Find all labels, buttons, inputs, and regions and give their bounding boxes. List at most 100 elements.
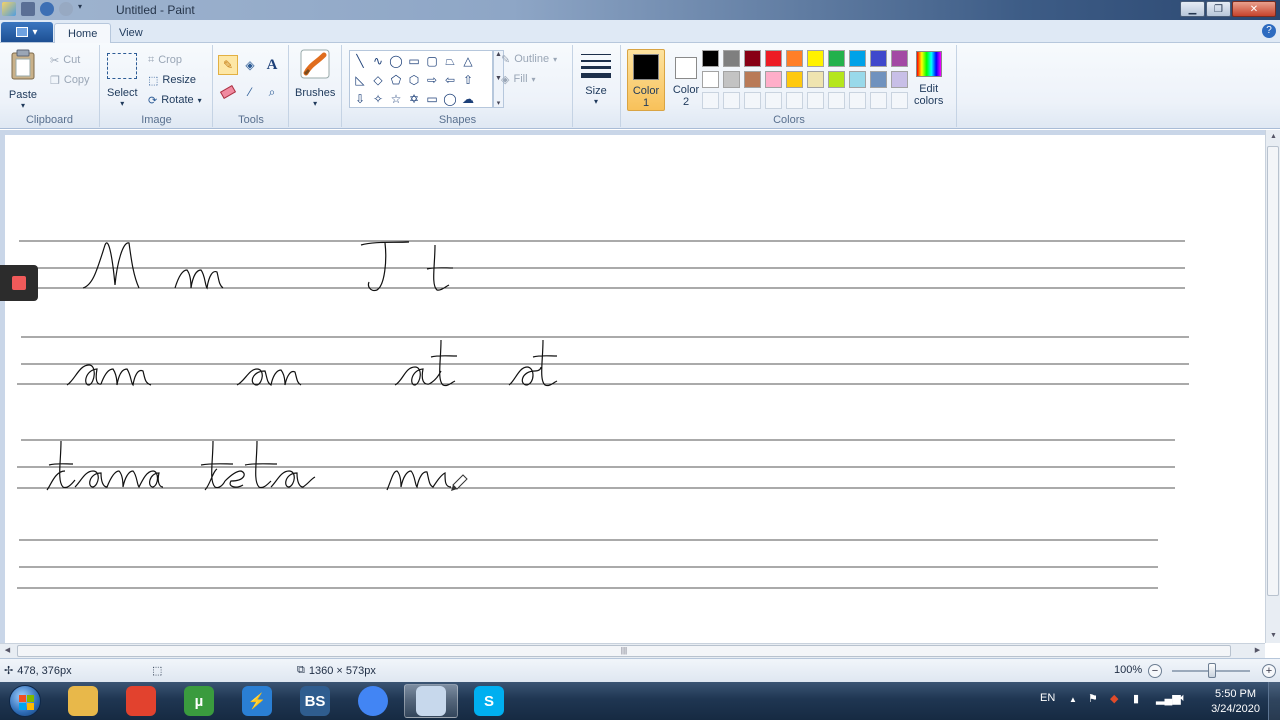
palette-swatch[interactable]	[744, 71, 761, 88]
rotate-button[interactable]: ⟳ Rotate ▾	[148, 91, 202, 109]
maximize-button[interactable]: ❐	[1206, 1, 1231, 17]
antivirus-icon[interactable]: ◆	[1110, 692, 1118, 705]
redo-icon[interactable]	[59, 2, 73, 16]
taskbar-bs-button[interactable]: BS	[288, 684, 342, 718]
customize-qat-icon[interactable]: ▾	[78, 2, 86, 16]
resize-button[interactable]: ⬚ Resize	[148, 71, 196, 89]
six-point-star-shape-icon[interactable]: ✡	[406, 91, 422, 107]
oval-shape-icon[interactable]: ◯	[388, 53, 404, 69]
crop-button[interactable]: ⌗ Crop	[148, 51, 182, 69]
scroll-up-arrow[interactable]: ▲	[1266, 130, 1280, 144]
scroll-right-arrow[interactable]: ▶	[1250, 644, 1265, 658]
zoom-out-button[interactable]: −	[1148, 664, 1162, 678]
custom-color-slot[interactable]	[723, 92, 740, 109]
color-picker-tool[interactable]: ⁄	[240, 82, 260, 102]
system-clock[interactable]: 5:50 PM 3/24/2020	[1211, 687, 1260, 717]
custom-color-slot[interactable]	[828, 92, 845, 109]
fill-tool[interactable]: ◈	[240, 55, 260, 75]
pentagon-shape-icon[interactable]: ⬠	[388, 72, 404, 88]
custom-color-slot[interactable]	[765, 92, 782, 109]
palette-swatch[interactable]	[891, 71, 908, 88]
volume-icon[interactable]: 🔈︎	[1180, 692, 1187, 705]
rounded-callout-shape-icon[interactable]: ▭	[424, 91, 440, 107]
left-arrow-shape-icon[interactable]: ⇦	[442, 72, 458, 88]
network-icon[interactable]: ▂▄▆	[1156, 692, 1181, 705]
brushes-button[interactable]: Brushes ▾	[295, 49, 335, 108]
paint-menu-button[interactable]: ▾	[1, 22, 53, 42]
language-indicator[interactable]: EN	[1040, 692, 1055, 704]
custom-color-slot[interactable]	[744, 92, 761, 109]
color2-button[interactable]: Color 2	[667, 49, 705, 111]
size-button[interactable]: Size ▾	[580, 51, 612, 106]
palette-swatch[interactable]	[744, 50, 761, 67]
custom-color-slot[interactable]	[870, 92, 887, 109]
polygon-shape-icon[interactable]: ⏢	[442, 53, 458, 69]
taskbar-utorrent-button[interactable]: µ	[172, 684, 226, 718]
palette-swatch[interactable]	[849, 50, 866, 67]
custom-color-slot[interactable]	[807, 92, 824, 109]
palette-swatch[interactable]	[702, 50, 719, 67]
custom-color-slot[interactable]	[786, 92, 803, 109]
paint-app-icon[interactable]	[2, 2, 16, 16]
cloud-callout-shape-icon[interactable]: ☁	[460, 91, 476, 107]
right-triangle-shape-icon[interactable]: ◺	[352, 72, 368, 88]
four-point-star-shape-icon[interactable]: ✧	[370, 91, 386, 107]
palette-swatch[interactable]	[723, 50, 740, 67]
triangle-shape-icon[interactable]: △	[460, 53, 476, 69]
tab-home[interactable]: Home	[54, 23, 112, 44]
diamond-shape-icon[interactable]: ◇	[370, 72, 386, 88]
right-arrow-shape-icon[interactable]: ⇨	[424, 72, 440, 88]
scroll-left-arrow[interactable]: ◀	[0, 644, 15, 658]
tab-view[interactable]: View	[106, 23, 156, 44]
palette-swatch[interactable]	[891, 50, 908, 67]
power-icon[interactable]: ▮	[1133, 692, 1139, 705]
drawing-canvas[interactable]	[5, 135, 1265, 643]
oval-callout-shape-icon[interactable]: ◯	[442, 91, 458, 107]
palette-swatch[interactable]	[870, 50, 887, 67]
fill-button[interactable]: ◈ Fill ▾	[501, 70, 536, 88]
hexagon-shape-icon[interactable]: ⬡	[406, 72, 422, 88]
pencil-tool[interactable]: ✎	[218, 55, 238, 75]
line-shape-icon[interactable]: ╲	[352, 53, 368, 69]
undo-icon[interactable]	[40, 2, 54, 16]
start-button[interactable]	[4, 683, 46, 719]
screen-recorder-button[interactable]	[0, 265, 38, 301]
show-desktop-button[interactable]	[1268, 682, 1280, 720]
palette-swatch[interactable]	[765, 50, 782, 67]
palette-swatch[interactable]	[870, 71, 887, 88]
color1-button[interactable]: Color 1	[627, 49, 665, 111]
zoom-slider-thumb[interactable]	[1208, 663, 1216, 678]
vertical-scroll-thumb[interactable]	[1267, 146, 1279, 596]
custom-color-slot[interactable]	[702, 92, 719, 109]
palette-swatch[interactable]	[765, 71, 782, 88]
rounded-rectangle-shape-icon[interactable]: ▢	[424, 53, 440, 69]
taskbar-shareit-button[interactable]: ⚡	[230, 684, 284, 718]
taskbar-skype-button[interactable]: S	[462, 684, 516, 718]
taskbar-paint-button[interactable]	[404, 684, 458, 718]
palette-swatch[interactable]	[828, 71, 845, 88]
save-icon[interactable]	[21, 2, 35, 16]
expand-gallery-icon[interactable]: ▾	[497, 99, 501, 107]
close-button[interactable]: ✕	[1232, 1, 1276, 17]
taskbar-chrome-button[interactable]	[346, 684, 400, 718]
palette-swatch[interactable]	[849, 71, 866, 88]
palette-swatch[interactable]	[723, 71, 740, 88]
curve-shape-icon[interactable]: ∿	[370, 53, 386, 69]
palette-swatch[interactable]	[807, 71, 824, 88]
horizontal-scroll-thumb[interactable]: |||	[17, 645, 1231, 657]
up-arrow-shape-icon[interactable]: ⇧	[460, 72, 476, 88]
horizontal-scrollbar[interactable]: ◀ ||| ▶	[0, 643, 1265, 658]
show-hidden-icons[interactable]: ▲	[1069, 695, 1077, 704]
five-point-star-shape-icon[interactable]: ☆	[388, 91, 404, 107]
palette-swatch[interactable]	[702, 71, 719, 88]
magnifier-tool[interactable]: ⌕	[262, 82, 282, 102]
taskbar-explorer-button[interactable]	[56, 684, 110, 718]
palette-swatch[interactable]	[786, 71, 803, 88]
edit-colors-button[interactable]: Edit colors	[914, 51, 943, 107]
text-tool[interactable]: A	[262, 55, 282, 75]
zoom-in-button[interactable]: +	[1262, 664, 1276, 678]
help-icon[interactable]: ?	[1262, 24, 1276, 38]
down-arrow-shape-icon[interactable]: ⇩	[352, 91, 368, 107]
paste-button[interactable]: Paste ▾	[8, 49, 38, 110]
outline-button[interactable]: ✎ Outline ▾	[501, 50, 557, 68]
